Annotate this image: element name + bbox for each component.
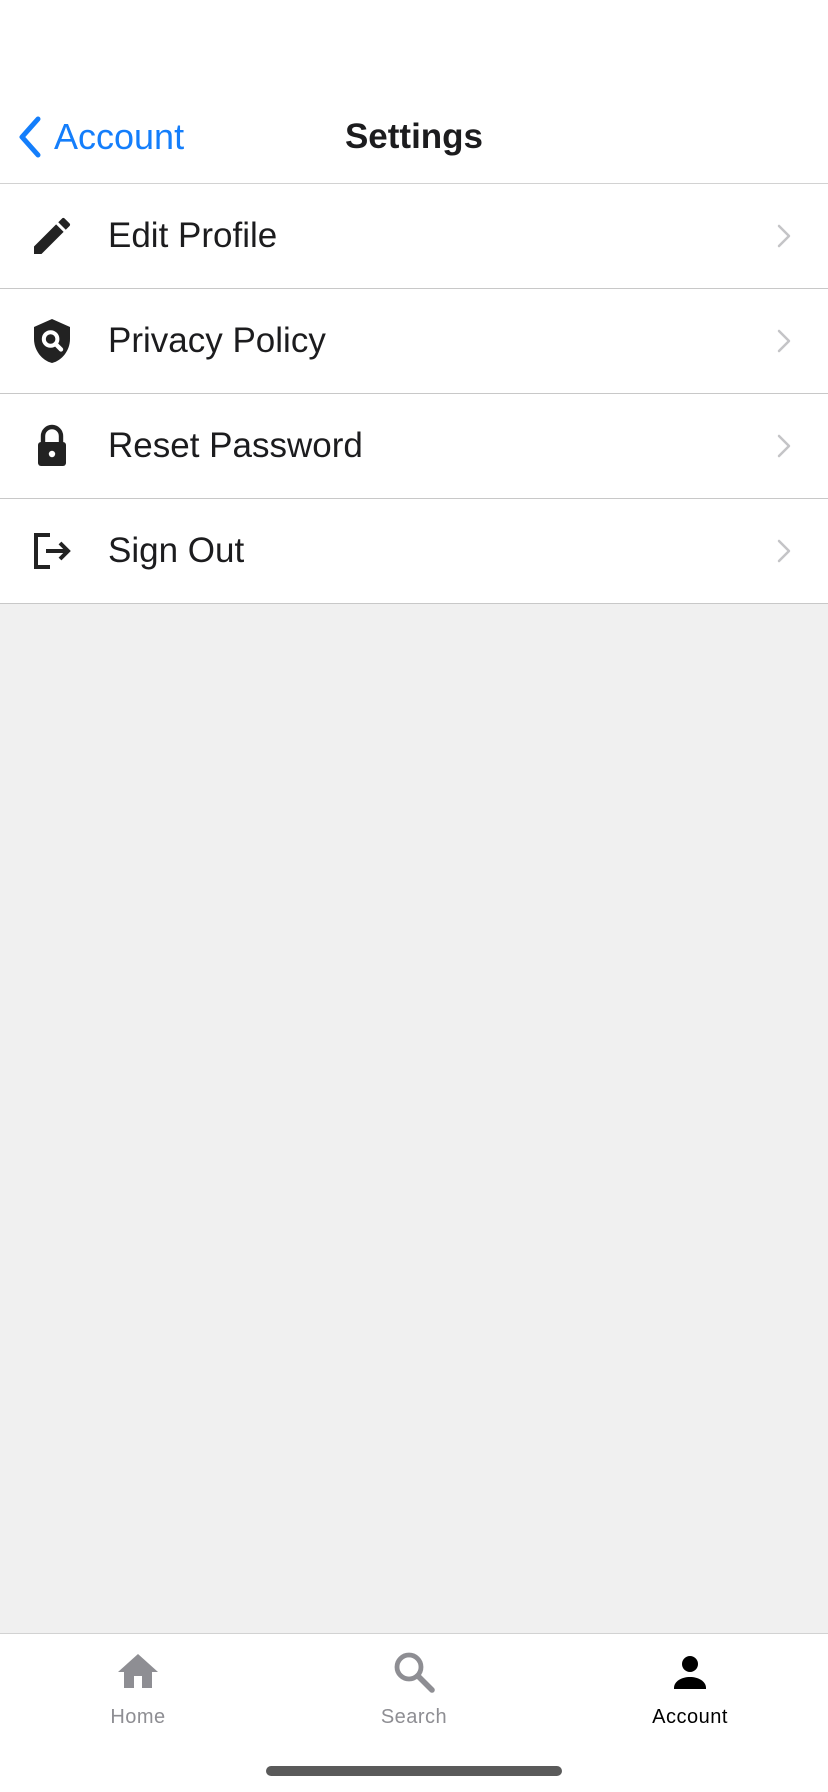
chevron-right-icon — [776, 433, 792, 459]
pencil-icon — [28, 212, 76, 260]
menu-item-privacy-policy[interactable]: Privacy Policy — [0, 289, 828, 394]
tab-label: Search — [380, 1706, 448, 1728]
chevron-right-icon — [776, 538, 792, 564]
settings-screen: Account Settings Edit Profile Privacy Po… — [0, 0, 828, 1792]
sign-out-icon — [28, 527, 76, 575]
tab-home[interactable]: Home — [0, 1634, 276, 1744]
status-bar-area — [0, 0, 828, 92]
lock-icon — [28, 422, 76, 470]
search-icon — [390, 1648, 438, 1696]
tab-label: Home — [110, 1706, 166, 1728]
page-title: Settings — [344, 117, 484, 156]
tab-account[interactable]: Account — [552, 1634, 828, 1744]
menu-item-label: Sign Out — [108, 531, 245, 570]
menu-item-label: Reset Password — [108, 426, 363, 465]
home-indicator — [266, 1766, 562, 1776]
menu-item-sign-out[interactable]: Sign Out — [0, 499, 828, 604]
chevron-right-icon — [776, 328, 792, 354]
shield-search-icon — [28, 317, 76, 365]
home-icon — [114, 1648, 162, 1696]
settings-list: Edit Profile Privacy Policy Reset Passwo… — [0, 184, 828, 604]
tab-label: Account — [652, 1706, 728, 1728]
tab-search[interactable]: Search — [276, 1634, 552, 1744]
menu-item-label: Privacy Policy — [108, 321, 326, 360]
menu-item-label: Edit Profile — [108, 216, 278, 255]
navigation-bar: Account Settings — [0, 92, 828, 184]
menu-item-edit-profile[interactable]: Edit Profile — [0, 184, 828, 289]
chevron-right-icon — [776, 223, 792, 249]
menu-item-reset-password[interactable]: Reset Password — [0, 394, 828, 499]
person-icon — [666, 1648, 714, 1696]
